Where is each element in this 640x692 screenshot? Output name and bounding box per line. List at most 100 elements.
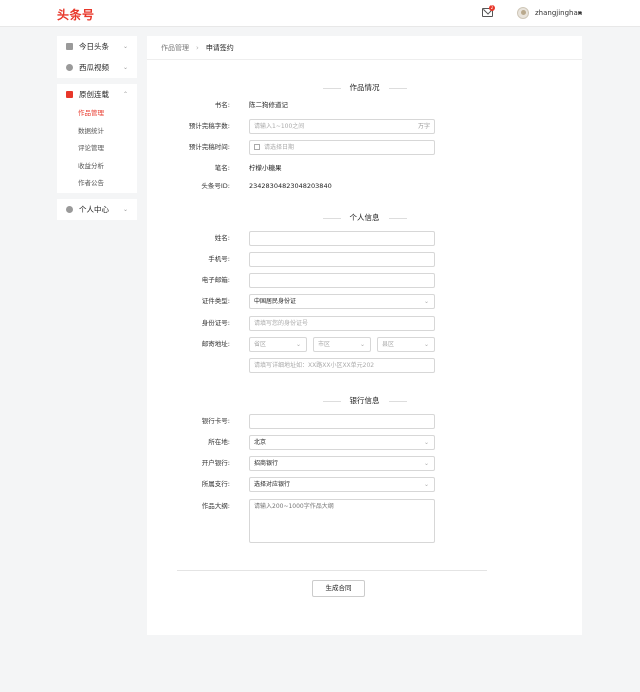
chevron-down-icon[interactable] [578, 12, 582, 15]
breadcrumb-parent[interactable]: 作品管理 [161, 44, 189, 52]
book-value: 陈二狗修道记 [249, 101, 288, 109]
notification-badge: 2 [489, 5, 495, 11]
sidebar-item-xigua[interactable]: 西瓜视频 ⌄ [57, 57, 137, 78]
section-title-personal: 个人信息 [147, 212, 582, 223]
phone-input[interactable] [249, 252, 435, 267]
sidebar-item-toutiao[interactable]: 今日头条 ⌄ [57, 36, 137, 57]
sidebar-block-personal: 个人中心 ⌄ [57, 198, 137, 220]
name-input[interactable] [249, 231, 435, 246]
row-name: 姓名: [147, 231, 582, 246]
wordcount-label: 预计完稿字数: [188, 122, 230, 130]
name-label: 姓名: [214, 234, 230, 242]
city-select[interactable]: 市区 ⌄ [313, 337, 371, 352]
email-input[interactable] [249, 273, 435, 288]
row-location: 所在地: 北京 ⌄ [147, 435, 582, 450]
sidebar-subitem-stats[interactable]: 数据统计 [57, 123, 137, 141]
row-finish-date: 预计完稿时间: 请选择日期 [147, 140, 582, 155]
finish-label: 预计完稿时间: [188, 143, 230, 151]
calendar-icon [66, 43, 73, 50]
chevron-down-icon: ⌄ [122, 43, 128, 50]
row-id-number: 身份证号: 请填写您的身份证号 [147, 316, 582, 331]
id-type-label: 证件类型: [201, 297, 230, 305]
chevron-down-icon: ⌄ [122, 64, 128, 71]
address-detail-input[interactable]: 请填写详细地址如：XX路XX小区XX单元202 [249, 358, 435, 373]
row-account-id: 头条号ID: 23428304823048203840 [147, 179, 582, 194]
generate-contract-button[interactable]: 生成合同 [312, 580, 365, 597]
top-bar: 头条号 2 zhangjinghan [0, 0, 640, 27]
book-label: 书名: [214, 101, 230, 109]
chevron-down-icon: ⌄ [295, 341, 301, 348]
logo[interactable]: 头条号 [57, 6, 95, 23]
person-icon [66, 205, 73, 213]
id-type-select[interactable]: 中国居民身份证 ⌄ [249, 294, 435, 309]
province-select[interactable]: 省区 ⌄ [249, 337, 307, 352]
sidebar-item-personal[interactable]: 个人中心 ⌄ [57, 199, 137, 220]
bank-value: 招商银行 [254, 460, 279, 467]
section-title-bank: 银行信息 [147, 395, 582, 406]
address-detail-placeholder: 请填写详细地址如：XX路XX小区XX单元202 [254, 362, 375, 369]
wordcount-unit: 万字 [417, 123, 430, 130]
form-divider [177, 570, 487, 571]
section-title-work: 作品情况 [147, 82, 582, 93]
address-label: 邮寄地址: [201, 340, 230, 348]
wordcount-input[interactable]: 请输入1~100之间 万字 [249, 119, 435, 134]
province-placeholder: 省区 [254, 341, 267, 348]
chevron-down-icon: ⌄ [122, 205, 128, 213]
outline-textarea[interactable] [249, 499, 435, 543]
finish-date-picker[interactable]: 请选择日期 [249, 140, 435, 155]
row-address-detail: 请填写详细地址如：XX路XX小区XX单元202 [147, 358, 582, 373]
sidebar-subitem-income[interactable]: 收益分析 [57, 158, 137, 176]
chevron-up-icon: ⌃ [122, 91, 128, 98]
row-card: 银行卡号: [147, 414, 582, 429]
location-value: 北京 [254, 439, 267, 446]
breadcrumb-current: 申请签约 [205, 44, 234, 52]
row-email: 电子邮箱: [147, 273, 582, 288]
branch-label: 所属支行: [201, 480, 230, 488]
avatar[interactable] [517, 7, 529, 19]
id-number-label: 身份证号: [201, 319, 230, 327]
book-icon [66, 91, 73, 98]
row-branch: 所属支行: 选择对应银行 ⌄ [147, 477, 582, 492]
chevron-down-icon: ⌄ [423, 341, 429, 348]
username[interactable]: zhangjinghan [535, 9, 582, 17]
sidebar-item-original[interactable]: 原创连载 ⌃ [57, 84, 137, 105]
id-type-value: 中国居民身份证 [254, 298, 297, 305]
account-id-value: 23428304823048203840 [249, 182, 332, 190]
card-number-input[interactable] [249, 414, 435, 429]
finish-placeholder: 请选择日期 [264, 144, 295, 151]
main-panel: 作品管理 › 申请签约 作品情况 书名: 陈二狗修道记 预计完稿字数: 请输入1~1… [147, 36, 582, 635]
bank-select[interactable]: 招商银行 ⌄ [249, 456, 435, 471]
location-select[interactable]: 北京 ⌄ [249, 435, 435, 450]
chevron-down-icon: ⌄ [423, 460, 429, 467]
branch-value: 选择对应银行 [254, 481, 291, 488]
video-icon [66, 64, 73, 71]
row-book: 书名: 陈二狗修道记 [147, 98, 582, 113]
row-bank: 开户银行: 招商银行 ⌄ [147, 456, 582, 471]
sidebar-item-label: 个人中心 [79, 204, 109, 214]
email-label: 电子邮箱: [201, 276, 230, 284]
sidebar-block-main: 今日头条 ⌄ 西瓜视频 ⌄ [57, 36, 137, 78]
sidebar-block-serial: 原创连载 ⌃ 作品管理 数据统计 评论管理 收益分析 作者公告 [57, 84, 137, 193]
bank-label: 开户银行: [201, 459, 230, 467]
row-outline: 作品大纲: [147, 499, 582, 543]
sidebar: 今日头条 ⌄ 西瓜视频 ⌄ 原创连载 ⌃ 作品管理 数据统计 评论管理 收益分析… [57, 36, 137, 226]
branch-select[interactable]: 选择对应银行 ⌄ [249, 477, 435, 492]
pen-value: 柠檬小糖果 [249, 164, 282, 172]
county-select[interactable]: 县区 ⌄ [377, 337, 435, 352]
id-number-input[interactable]: 请填写您的身份证号 [249, 316, 435, 331]
location-label: 所在地: [208, 438, 230, 446]
breadcrumb-separator: › [196, 44, 199, 52]
row-pen-name: 笔名: 柠檬小糖果 [147, 161, 582, 176]
chevron-down-icon: ⌄ [423, 298, 429, 305]
sidebar-item-label: 西瓜视频 [79, 63, 109, 72]
sidebar-subitem-works[interactable]: 作品管理 [57, 105, 137, 123]
sidebar-subitem-notice[interactable]: 作者公告 [57, 175, 137, 193]
row-id-type: 证件类型: 中国居民身份证 ⌄ [147, 294, 582, 309]
sidebar-subitem-comments[interactable]: 评论管理 [57, 140, 137, 158]
city-placeholder: 市区 [318, 341, 331, 348]
chevron-down-icon: ⌄ [423, 481, 429, 488]
sidebar-item-label: 今日头条 [79, 42, 109, 51]
account-id-label: 头条号ID: [201, 182, 230, 190]
wordcount-placeholder: 请输入1~100之间 [254, 123, 305, 130]
phone-label: 手机号: [208, 255, 230, 263]
